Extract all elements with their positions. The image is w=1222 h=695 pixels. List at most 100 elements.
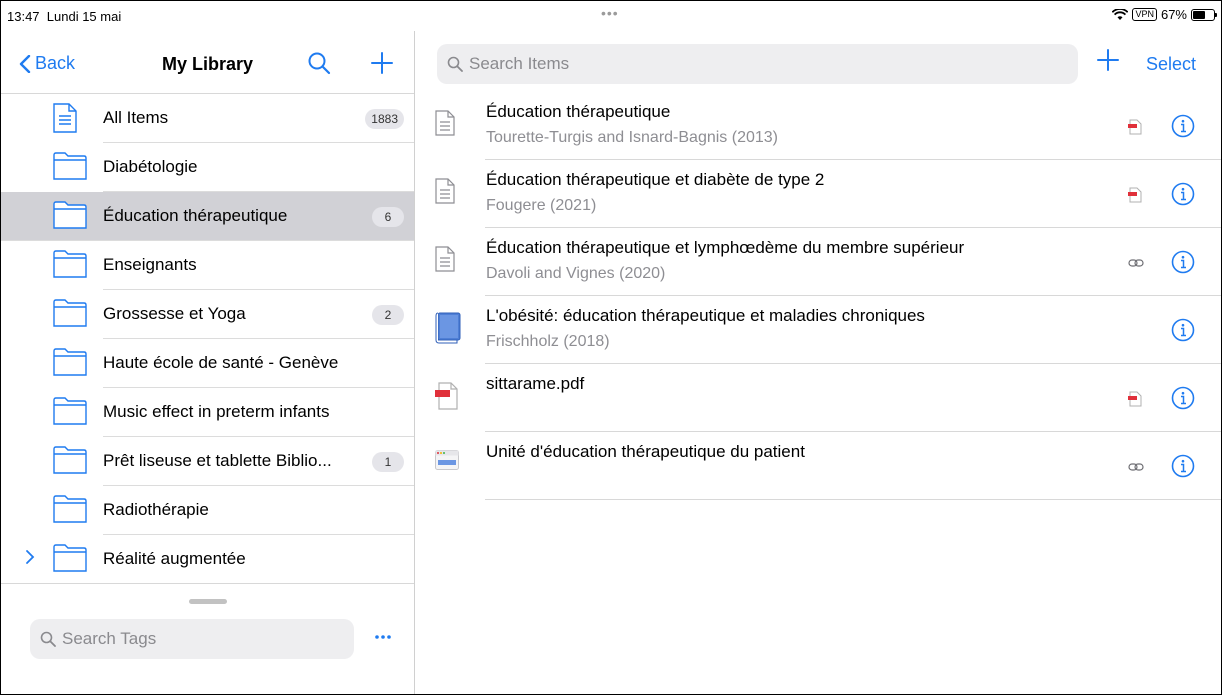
search-items-placeholder: Search Items: [469, 54, 570, 73]
add-collection-button[interactable]: [371, 52, 393, 79]
item-title: sittarame.pdf: [486, 374, 585, 393]
collection-radiotherapie[interactable]: Radiothérapie: [53, 486, 414, 535]
info-icon: [1171, 250, 1195, 274]
pdf-icon[interactable]: [1128, 391, 1142, 412]
plus-icon: [1097, 49, 1119, 71]
book-icon: [435, 312, 461, 349]
item-title: L'obésité: éducation thérapeutique et ma…: [486, 306, 925, 325]
folder-icon: [53, 446, 87, 479]
ellipsis-icon: [375, 635, 391, 639]
list-item[interactable]: Éducation thérapeutique Tourette-Turgis …: [415, 92, 1221, 160]
collection-education-therapeutique[interactable]: Éducation thérapeutique 6: [1, 192, 414, 241]
collection-realite-augmentee[interactable]: Réalité augmentée: [26, 535, 414, 584]
item-subtitle: Tourette-Turgis and Isnard-Bagnis (2013): [486, 129, 778, 146]
link-icon[interactable]: [1128, 459, 1144, 477]
list-item[interactable]: Éducation thérapeutique et lymphœdème du…: [415, 228, 1221, 296]
item-title: Unité d'éducation thérapeutique du patie…: [486, 442, 805, 461]
battery-percent: 67%: [1160, 7, 1187, 22]
search-icon: [308, 52, 331, 75]
vpn-badge: VPN: [1132, 8, 1157, 21]
add-item-button[interactable]: [1097, 49, 1119, 76]
info-icon: [1171, 182, 1195, 206]
list-item[interactable]: Unité d'éducation thérapeutique du patie…: [415, 432, 1221, 500]
app-window: 13:47 Lundi 15 mai ••• VPN 67% Back My L…: [0, 0, 1222, 695]
document-icon: [53, 103, 77, 138]
search-tags-placeholder: Search Tags: [62, 629, 157, 648]
collection-enseignants[interactable]: Enseignants: [53, 241, 414, 290]
item-subtitle: Frischholz (2018): [486, 333, 610, 350]
document-icon: [435, 246, 455, 277]
search-icon: [40, 631, 56, 647]
info-button[interactable]: [1171, 386, 1195, 415]
collection-label: Éducation thérapeutique: [103, 206, 288, 225]
status-bar: 13:47 Lundi 15 mai ••• VPN 67%: [1, 1, 1221, 31]
list-item[interactable]: Éducation thérapeutique et diabète de ty…: [415, 160, 1221, 228]
count-badge: 1: [372, 452, 404, 472]
plus-icon: [371, 52, 393, 74]
search-icon: [447, 56, 463, 72]
collection-all-items[interactable]: All Items 1883: [53, 94, 414, 143]
info-button[interactable]: [1171, 318, 1195, 347]
folder-icon: [53, 495, 87, 528]
folder-icon: [53, 250, 87, 283]
select-button[interactable]: Select: [1146, 54, 1196, 75]
folder-icon: [53, 397, 87, 430]
collections-list: All Items 1883 Diabétologie Éducation th…: [1, 94, 414, 584]
document-icon: [435, 110, 455, 141]
collection-label: Music effect in preterm infants: [103, 402, 330, 421]
count-badge: 1883: [365, 109, 404, 129]
info-button[interactable]: [1171, 182, 1195, 211]
more-options-button[interactable]: [374, 629, 392, 640]
info-icon: [1171, 454, 1195, 478]
webpage-icon: [435, 450, 459, 475]
pdf-file-icon: [435, 382, 459, 415]
status-time: 13:47 Lundi 15 mai: [7, 9, 122, 24]
list-item[interactable]: sittarame.pdf: [415, 364, 1221, 432]
drag-handle[interactable]: [189, 599, 227, 604]
folder-icon: [53, 348, 87, 381]
search-tags-input[interactable]: Search Tags: [30, 619, 354, 659]
search-items-input[interactable]: Search Items: [437, 44, 1078, 84]
collection-label: Enseignants: [103, 255, 197, 274]
collection-label: Réalité augmentée: [103, 549, 246, 568]
item-title: Éducation thérapeutique et lymphœdème du…: [486, 238, 965, 257]
count-badge: 2: [372, 305, 404, 325]
info-button[interactable]: [1171, 250, 1195, 279]
item-subtitle: Fougere (2021): [486, 197, 597, 214]
item-title: Éducation thérapeutique et diabète de ty…: [486, 170, 825, 189]
collection-label: Prêt liseuse et tablette Biblio...: [103, 451, 332, 470]
pdf-icon[interactable]: [1128, 187, 1142, 208]
collection-label: Grossesse et Yoga: [103, 304, 246, 323]
collection-diabetologie[interactable]: Diabétologie: [53, 143, 414, 192]
sidebar: Back My Library All Items 1883 Diabétolo…: [1, 31, 415, 694]
battery-icon: [1191, 8, 1217, 21]
chevron-right-icon[interactable]: [25, 549, 35, 570]
collection-music-effect[interactable]: Music effect in preterm infants: [53, 388, 414, 437]
folder-icon: [53, 299, 87, 332]
info-icon: [1171, 386, 1195, 410]
info-button[interactable]: [1171, 454, 1195, 483]
search-button[interactable]: [307, 51, 331, 80]
sidebar-nav-bar: Back My Library: [1, 31, 414, 94]
folder-icon: [53, 544, 87, 577]
pdf-icon[interactable]: [1128, 119, 1142, 140]
status-indicators: VPN 67%: [1112, 7, 1217, 22]
info-icon: [1171, 114, 1195, 138]
folder-icon: [53, 152, 87, 185]
list-item[interactable]: L'obésité: éducation thérapeutique et ma…: [415, 296, 1221, 364]
document-icon: [435, 178, 455, 209]
item-subtitle: Davoli and Vignes (2020): [486, 265, 666, 282]
collection-label: All Items: [103, 108, 169, 127]
wifi-icon: [1112, 8, 1129, 20]
folder-icon: [53, 201, 87, 234]
collection-grossesse-et-yoga[interactable]: Grossesse et Yoga 2: [53, 290, 414, 339]
multitask-dots[interactable]: •••: [601, 5, 619, 21]
link-icon[interactable]: [1128, 255, 1144, 273]
items-list: Éducation thérapeutique Tourette-Turgis …: [415, 92, 1221, 500]
collection-pret-liseuse[interactable]: Prêt liseuse et tablette Biblio... 1: [53, 437, 414, 486]
collection-label: Radiothérapie: [103, 500, 209, 519]
sidebar-title: My Library: [161, 54, 254, 74]
info-button[interactable]: [1171, 114, 1195, 143]
count-badge: 6: [372, 207, 404, 227]
collection-haute-ecole[interactable]: Haute école de santé - Genève: [53, 339, 414, 388]
